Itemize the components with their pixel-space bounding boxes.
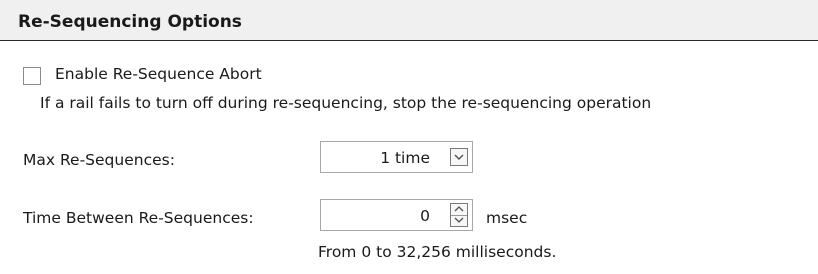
time-between-input[interactable]: 0 xyxy=(320,199,473,231)
chevron-up-icon xyxy=(454,206,464,212)
time-unit-label: msec xyxy=(486,209,528,227)
max-resequences-label: Max Re-Sequences: xyxy=(23,151,175,169)
time-between-value: 0 xyxy=(420,207,430,225)
dropdown-button[interactable] xyxy=(450,148,468,166)
time-between-label: Time Between Re-Sequences: xyxy=(23,209,254,227)
max-resequences-select[interactable]: 1 time xyxy=(320,141,473,173)
enable-resequence-abort-checkbox[interactable] xyxy=(23,67,41,85)
enable-resequence-abort-label[interactable]: Enable Re-Sequence Abort xyxy=(55,65,262,83)
chevron-down-icon xyxy=(454,217,464,223)
enable-resequence-abort-description: If a rail fails to turn off during re-se… xyxy=(40,94,652,112)
time-between-spinner[interactable] xyxy=(450,203,468,227)
section-header: Re-Sequencing Options xyxy=(0,0,818,41)
time-range-hint: From 0 to 32,256 milliseconds. xyxy=(318,243,557,261)
spin-down-button[interactable] xyxy=(451,215,467,226)
section-title: Re-Sequencing Options xyxy=(18,12,242,32)
chevron-down-icon xyxy=(454,154,464,160)
max-resequences-value: 1 time xyxy=(380,149,430,167)
